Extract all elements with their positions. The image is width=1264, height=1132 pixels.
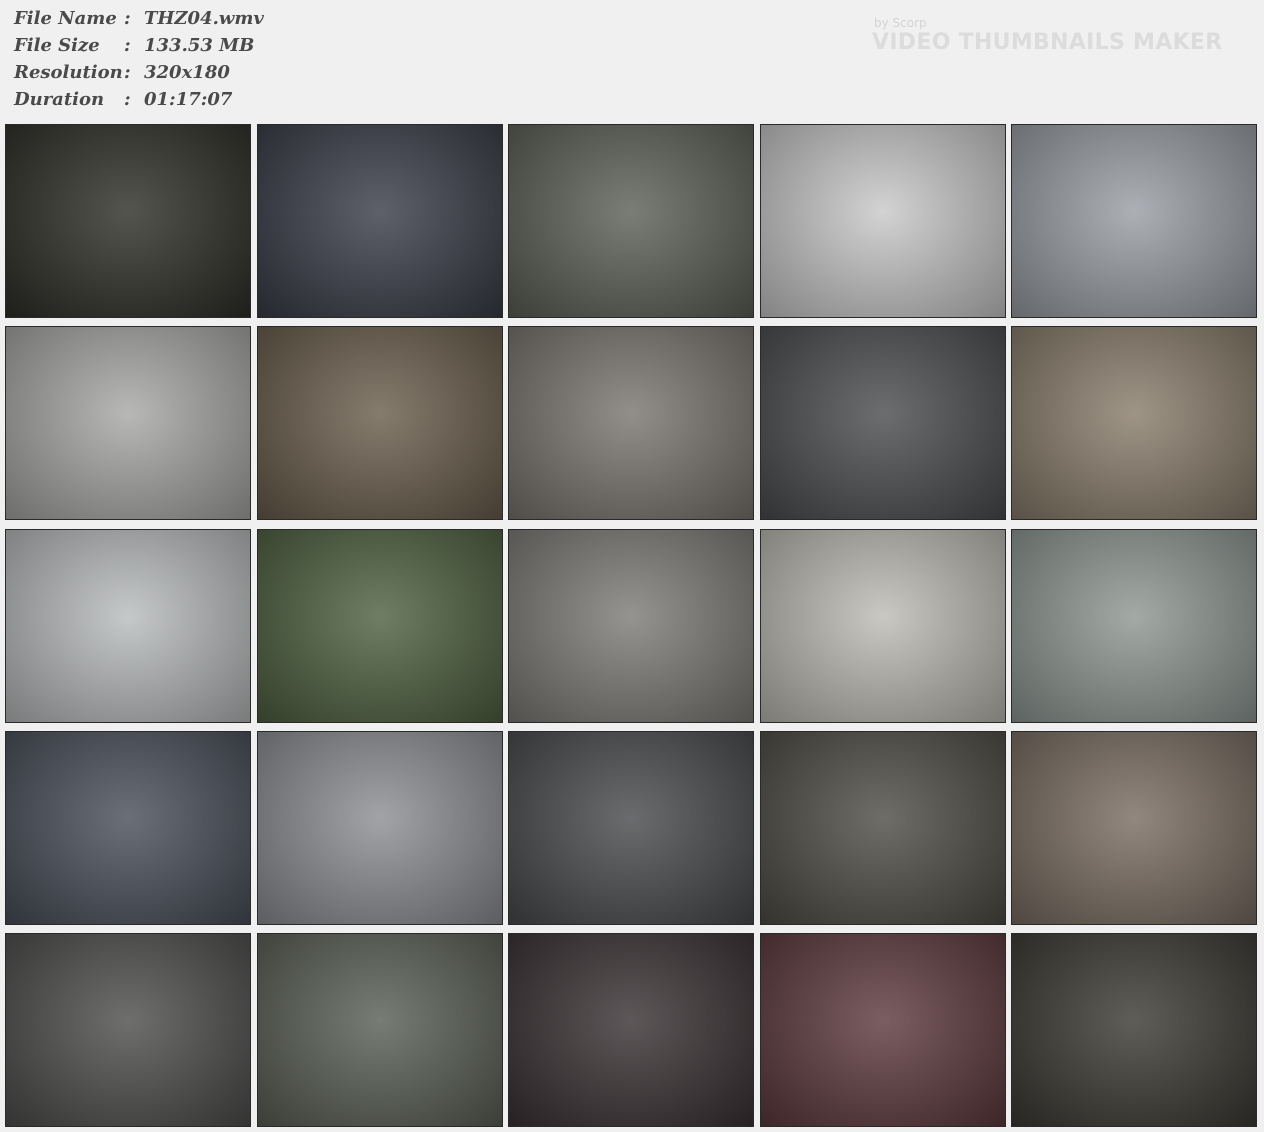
thumbnail-image <box>6 934 250 1126</box>
thumbnail-image <box>258 732 502 924</box>
thumbnail-grid <box>0 0 1264 1132</box>
video-thumbnail <box>257 731 503 925</box>
thumbnail-image <box>761 530 1005 722</box>
thumbnail-image <box>1012 732 1256 924</box>
thumbnail-image <box>6 530 250 722</box>
video-thumbnail <box>257 124 503 318</box>
video-thumbnail <box>760 933 1006 1127</box>
video-thumbnail <box>1011 731 1257 925</box>
video-thumbnail <box>1011 933 1257 1127</box>
thumbnail-image <box>258 327 502 519</box>
thumbnail-image <box>258 125 502 317</box>
video-thumbnail <box>760 326 1006 520</box>
video-thumbnail <box>5 731 251 925</box>
video-thumbnail <box>508 326 754 520</box>
video-thumbnail <box>257 529 503 723</box>
video-thumbnail <box>508 731 754 925</box>
thumbnail-image <box>1012 125 1256 317</box>
thumbnail-image <box>509 732 753 924</box>
thumbnail-image <box>1012 530 1256 722</box>
thumbnail-image <box>509 934 753 1126</box>
thumbnail-image <box>509 327 753 519</box>
video-thumbnail <box>257 326 503 520</box>
video-thumbnail <box>5 933 251 1127</box>
thumbnail-image <box>1012 327 1256 519</box>
thumbnail-image <box>1012 934 1256 1126</box>
video-thumbnail <box>5 124 251 318</box>
thumbnail-image <box>761 732 1005 924</box>
video-thumbnail <box>508 933 754 1127</box>
thumbnail-image <box>761 125 1005 317</box>
thumbnail-image <box>6 327 250 519</box>
video-thumbnail <box>760 529 1006 723</box>
thumbnail-image <box>258 530 502 722</box>
video-thumbnail <box>760 124 1006 318</box>
video-thumbnail <box>1011 124 1257 318</box>
thumbnail-image <box>258 934 502 1126</box>
thumbnail-image <box>6 732 250 924</box>
video-thumbnail <box>508 529 754 723</box>
video-thumbnail <box>1011 529 1257 723</box>
video-thumbnail <box>760 731 1006 925</box>
thumbnail-image <box>761 327 1005 519</box>
thumbnail-image <box>6 125 250 317</box>
video-thumbnail <box>508 124 754 318</box>
video-thumbnail <box>257 933 503 1127</box>
video-thumbnail <box>5 529 251 723</box>
video-thumbnail <box>5 326 251 520</box>
thumbnail-image <box>509 125 753 317</box>
thumbnail-image <box>761 934 1005 1126</box>
thumbnail-image <box>509 530 753 722</box>
video-thumbnail <box>1011 326 1257 520</box>
